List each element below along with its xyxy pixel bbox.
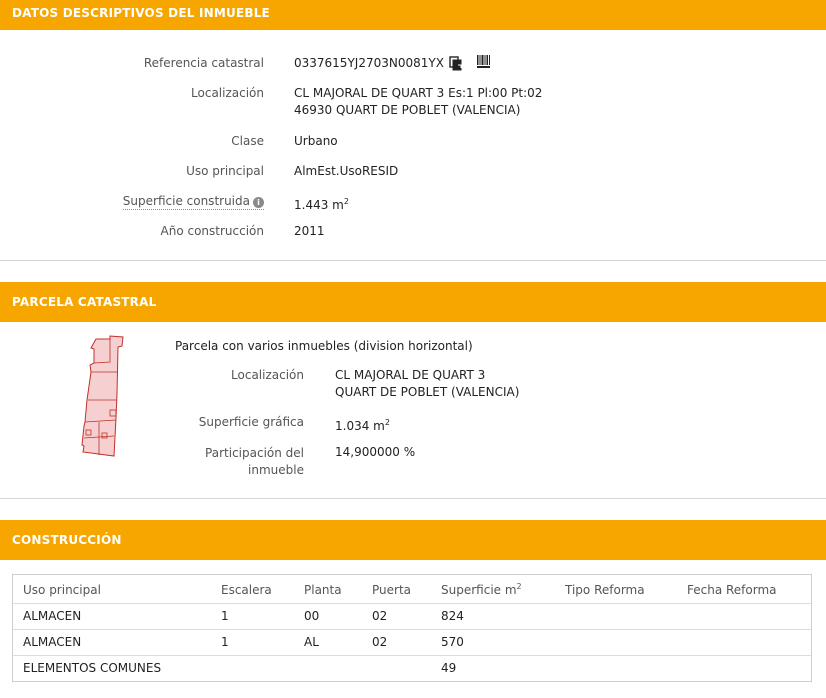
table-cell: ALMACEN	[13, 628, 211, 655]
participacion-label: Participación del inmueble	[205, 445, 304, 479]
superficie-grafica-value: 1.034 m2	[335, 414, 390, 435]
parcel-localizacion-value: CL MAJORAL DE QUART 3 QUART DE POBLET (V…	[335, 367, 519, 401]
table-cell	[677, 654, 811, 681]
col-superficie: Superficie m2	[431, 575, 555, 603]
clase-label: Clase	[231, 134, 264, 148]
barcode-icon[interactable]	[477, 55, 491, 72]
parcel-localizacion-line1: CL MAJORAL DE QUART 3	[335, 368, 486, 382]
col-fecha-reforma: Fecha Reforma	[687, 582, 777, 597]
superficie-grafica-label: Superficie gráfica	[198, 415, 304, 429]
uso-principal-label: Uso principal	[186, 164, 264, 178]
parcel-section-header: PARCELA CATASTRAL	[0, 282, 826, 322]
superficie-construida-number: 1.443 m	[294, 198, 344, 212]
table-header-row: Uso principal Escalera Planta Puerta Sup…	[13, 575, 811, 603]
table-cell: 02	[362, 602, 431, 629]
construction-section-header: CONSTRUCCIÓN	[0, 520, 826, 560]
table-cell	[555, 654, 677, 681]
col-escalera: Escalera	[221, 582, 272, 597]
localizacion-label: Localización	[191, 86, 264, 100]
parcel-section-title: PARCELA CATASTRAL	[12, 295, 157, 309]
construction-table: Uso principal Escalera Planta Puerta Sup…	[13, 575, 811, 681]
table-cell	[555, 602, 677, 629]
anio-construccion-value: 2011	[294, 224, 325, 238]
participacion-label-line1: Participación del	[205, 446, 304, 460]
superficie-construida-text: Superficie construida	[122, 194, 250, 208]
table-cell: 1	[211, 628, 294, 655]
localizacion-line1: CL MAJORAL DE QUART 3 Es:1 Pl:00 Pt:02	[294, 86, 543, 100]
table-row: ALMACEN 1 AL 02 570	[13, 628, 811, 655]
superficie-construida-label: Superficie construida i	[122, 194, 264, 210]
participacion-label-line2: inmueble	[248, 463, 304, 477]
parcel-subtitle: Parcela con varios inmuebles (division h…	[175, 339, 473, 353]
table-cell: 824	[431, 602, 555, 629]
table-cell	[677, 602, 811, 629]
col-superficie-text: Superficie m	[441, 583, 517, 598]
table-cell: 570	[431, 628, 555, 655]
table-row: ELEMENTOS COMUNES 49	[13, 654, 811, 681]
table-row: ALMACEN 1 00 02 824	[13, 602, 811, 629]
info-icon[interactable]: i	[253, 197, 264, 208]
col-uso-principal: Uso principal	[23, 582, 101, 597]
clase-value: Urbano	[294, 134, 338, 148]
localizacion-line2: 46930 QUART DE POBLET (VALENCIA)	[294, 103, 521, 117]
table-cell: ALMACEN	[13, 602, 211, 629]
superficie-construida-value: 1.443 m2	[294, 193, 349, 214]
table-cell: 49	[431, 654, 555, 681]
superficie-grafica-exp: 2	[384, 418, 390, 427]
parcel-localizacion-line2: QUART DE POBLET (VALENCIA)	[335, 385, 520, 399]
parcel-localizacion-label: Localización	[231, 368, 304, 382]
anio-construccion-label: Año construcción	[160, 224, 265, 238]
table-cell	[362, 654, 431, 681]
table-cell: ELEMENTOS COMUNES	[13, 654, 211, 681]
participacion-value: 14,900000 %	[335, 445, 416, 459]
table-cell: 02	[362, 628, 431, 655]
table-cell: 00	[294, 602, 362, 629]
table-cell: 1	[211, 602, 294, 629]
ref-catastral-value: 0337615YJ2703N0081YX	[294, 56, 444, 70]
superficie-construida-exp: 2	[343, 197, 349, 206]
localizacion-value: CL MAJORAL DE QUART 3 Es:1 Pl:00 Pt:02 4…	[294, 85, 542, 119]
ref-catastral-label: Referencia catastral	[143, 56, 264, 70]
table-cell: AL	[294, 628, 362, 655]
construction-section-title: CONSTRUCCIÓN	[12, 533, 122, 547]
table-cell	[555, 628, 677, 655]
construction-table-wrap: Uso principal Escalera Planta Puerta Sup…	[12, 574, 812, 682]
parcel-map-thumbnail[interactable]	[74, 334, 132, 460]
col-planta: Planta	[304, 582, 342, 597]
descriptive-section-title: DATOS DESCRIPTIVOS DEL INMUEBLE	[12, 6, 270, 20]
superficie-construida-wrap[interactable]: Superficie construida i	[122, 194, 264, 210]
table-cell	[677, 628, 811, 655]
descriptive-section-header: DATOS DESCRIPTIVOS DEL INMUEBLE	[0, 0, 826, 30]
col-tipo-reforma: Tipo Reforma	[565, 582, 645, 597]
table-cell	[211, 654, 294, 681]
copy-icon[interactable]	[449, 56, 463, 74]
uso-principal-value: AlmEst.UsoRESID	[294, 164, 399, 178]
table-cell	[294, 654, 362, 681]
superficie-grafica-number: 1.034 m	[335, 419, 385, 433]
col-superficie-exp: 2	[516, 582, 522, 592]
col-puerta: Puerta	[372, 582, 412, 597]
